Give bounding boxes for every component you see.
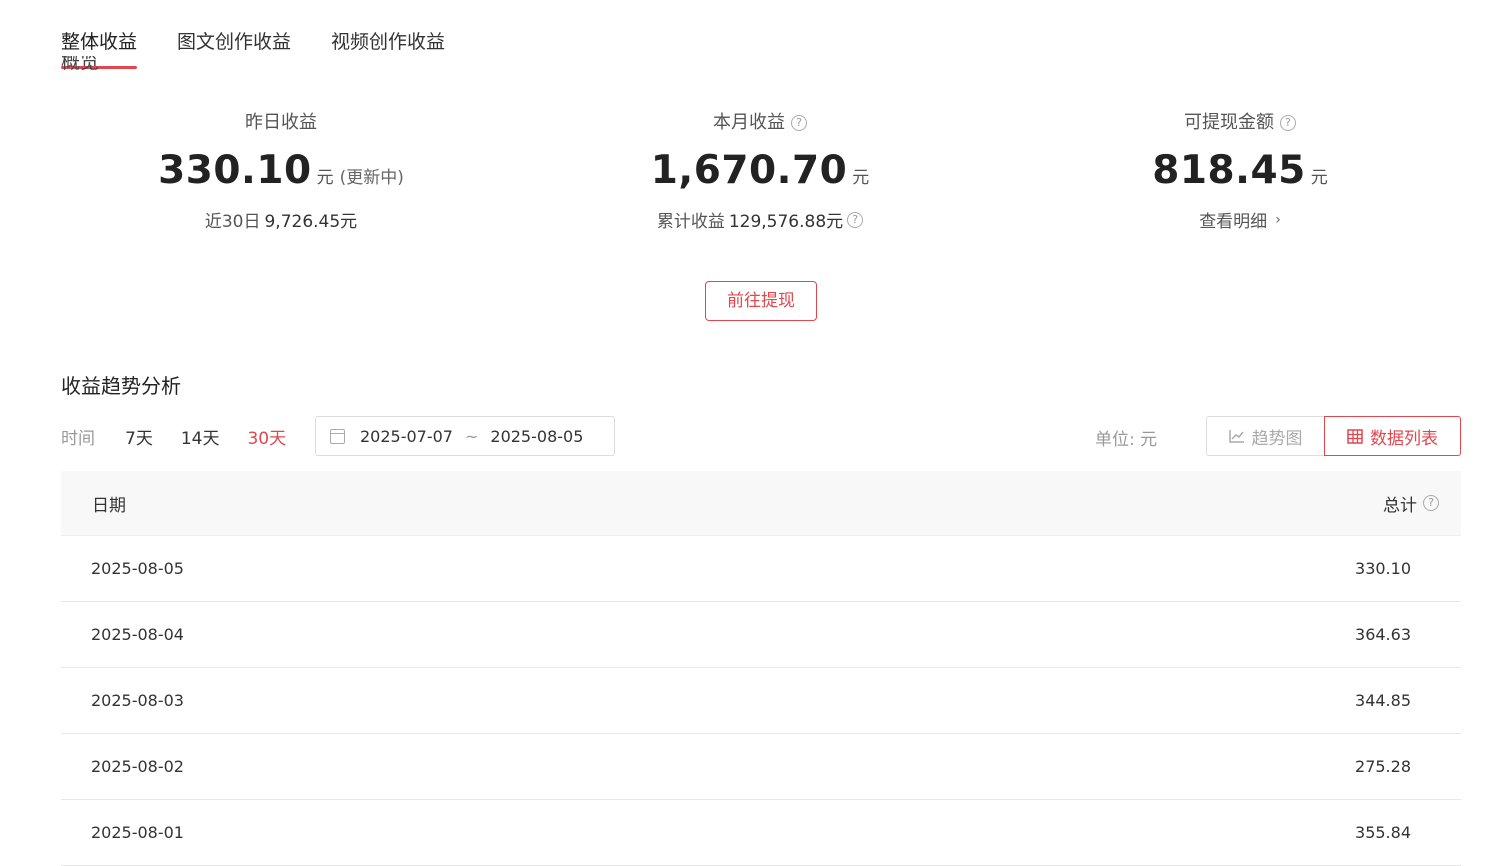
stat-withdrawable-value: 818.45 <box>1152 148 1306 193</box>
section-title: 收益趋势分析 <box>61 374 181 398</box>
stat-month-value-row: 1,670.70 元 <box>540 148 980 193</box>
row-date: 2025-08-02 <box>91 757 184 776</box>
stat-month-label: 本月收益 ? <box>540 110 980 136</box>
stat-yesterday-sub: 近30日 9,726.45元 <box>61 207 501 232</box>
help-icon[interactable]: ? <box>1423 495 1439 511</box>
range-14d[interactable]: 14天 <box>181 424 220 449</box>
row-total: 344.85 <box>1355 691 1411 710</box>
overview-heading-clipped: 概览 <box>61 56 121 72</box>
data-list-label: 数据列表 <box>1370 428 1438 449</box>
stat-unit: 元 <box>1310 168 1328 188</box>
row-total: 275.28 <box>1355 757 1411 776</box>
sub-value: 9,726.45元 <box>264 212 358 232</box>
stat-label-text: 本月收益 <box>713 112 785 133</box>
updating-note: (更新中) <box>339 168 404 188</box>
row-date: 2025-08-04 <box>91 625 184 644</box>
row-date: 2025-08-03 <box>91 691 184 710</box>
sub-label: 近30日 <box>204 212 261 232</box>
table-row: 2025-08-01 355.84 <box>61 800 1461 866</box>
trend-chart-button[interactable]: 趋势图 <box>1206 416 1324 456</box>
row-total: 330.10 <box>1355 559 1411 578</box>
time-label: 时间 <box>61 428 95 449</box>
stat-withdrawable-value-row: 818.45 元 <box>1020 148 1460 193</box>
date-separator: ~ <box>464 426 479 446</box>
stat-yesterday-value: 330.10 <box>158 148 312 193</box>
col-date-header: 日期 <box>92 495 126 516</box>
stat-withdrawable-label: 可提现金额 ? <box>1020 110 1460 136</box>
stat-label-text: 可提现金额 <box>1184 112 1274 133</box>
col-total-label: 总计 <box>1383 495 1417 516</box>
table-header: 日期 总计 ? <box>61 471 1461 536</box>
tab-video-income[interactable]: 视频创作收益 <box>331 0 445 72</box>
table-icon <box>1347 428 1363 444</box>
view-details-label: 查看明细 <box>1199 212 1268 232</box>
stat-unit: 元 <box>852 168 870 188</box>
overview-heading: 概览 <box>61 56 100 72</box>
top-tabs: 整体收益 图文创作收益 视频创作收益 <box>61 0 485 72</box>
range-7d[interactable]: 7天 <box>125 424 153 449</box>
date-end: 2025-08-05 <box>490 426 584 446</box>
table-row: 2025-08-04 364.63 <box>61 602 1461 668</box>
row-date: 2025-08-05 <box>91 559 184 578</box>
tab-article-income[interactable]: 图文创作收益 <box>177 0 291 72</box>
withdraw-button[interactable]: 前往提现 <box>705 281 817 321</box>
row-total: 355.84 <box>1355 823 1411 842</box>
trend-chart-label: 趋势图 <box>1251 428 1303 449</box>
sub-label: 累计收益 <box>656 212 725 232</box>
help-icon[interactable]: ? <box>847 211 864 228</box>
table-row: 2025-08-02 275.28 <box>61 734 1461 800</box>
chevron-right-icon: › <box>1275 211 1281 228</box>
stat-yesterday-value-row: 330.10 元 (更新中) <box>61 148 501 193</box>
income-table: 日期 总计 ? 2025-08-05 330.10 2025-08-04 364… <box>61 471 1461 866</box>
trend-chart-icon <box>1228 430 1244 443</box>
row-date: 2025-08-01 <box>91 823 184 842</box>
time-filter: 时间 7天 14天 30天 <box>61 416 314 456</box>
stat-month-sub: 累计收益 129,576.88元 ? <box>540 207 980 232</box>
range-30d[interactable]: 30天 <box>247 424 286 449</box>
stat-yesterday: 昨日收益 330.10 元 (更新中) 近30日 9,726.45元 <box>61 110 501 232</box>
help-icon[interactable]: ? <box>791 115 807 131</box>
stat-unit: 元 <box>316 168 334 188</box>
sub-value: 129,576.88元 <box>728 212 844 232</box>
unit-text: 单位: 元 <box>1095 430 1158 450</box>
stat-yesterday-label: 昨日收益 <box>61 110 501 136</box>
data-list-button[interactable]: 数据列表 <box>1324 416 1461 456</box>
view-toggle: 趋势图 数据列表 <box>1206 416 1461 456</box>
table-row: 2025-08-03 344.85 <box>61 668 1461 734</box>
row-total: 364.63 <box>1355 625 1411 644</box>
calendar-icon <box>330 428 345 444</box>
date-range-picker[interactable]: 2025-07-07 ~ 2025-08-05 <box>315 416 615 456</box>
stat-month-value: 1,670.70 <box>650 148 848 193</box>
date-start: 2025-07-07 <box>360 426 453 446</box>
view-details-link[interactable]: 查看明细 › <box>1020 207 1460 233</box>
help-icon[interactable]: ? <box>1280 115 1296 131</box>
stat-withdrawable: 可提现金额 ? 818.45 元 查看明细 › <box>1020 110 1460 232</box>
col-total-header: 总计 ? <box>1383 491 1439 516</box>
stat-label-text: 昨日收益 <box>245 112 317 133</box>
stat-month: 本月收益 ? 1,670.70 元 累计收益 129,576.88元 ? <box>540 110 980 232</box>
table-row: 2025-08-05 330.10 <box>61 536 1461 602</box>
